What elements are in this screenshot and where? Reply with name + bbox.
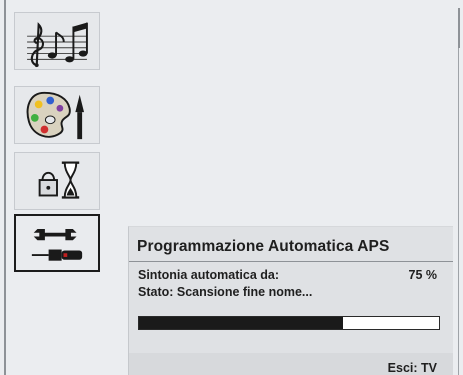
search-label: Sintonia automatica da:	[138, 268, 279, 282]
timer-hourglass-icon	[38, 161, 80, 199]
aps-dialog: Programmazione Automatica APS Sintonia a…	[128, 226, 453, 375]
progress-fill	[139, 317, 343, 329]
progress-percent: 75 %	[408, 268, 438, 282]
tv-osd-screen: Programmazione Automatica APS Sintonia a…	[0, 0, 463, 375]
paint-palette-icon	[26, 91, 85, 140]
screen-frame-left	[4, 0, 6, 375]
wrench-screwdriver-icon	[31, 229, 83, 261]
status-text: Stato: Scansione fine nome...	[138, 285, 313, 299]
menu-item-features[interactable]	[14, 152, 100, 210]
menu-item-picture[interactable]	[14, 86, 100, 144]
screen-frame-right	[458, 8, 459, 375]
exit-hint[interactable]: Esci: TV	[388, 361, 437, 375]
screen-frame-corner	[458, 8, 460, 48]
title-separator	[129, 261, 453, 262]
dialog-title: Programmazione Automatica APS	[137, 238, 390, 255]
music-notes-icon	[27, 22, 88, 68]
menu-item-installation[interactable]	[14, 214, 100, 272]
progress-bar	[138, 316, 440, 330]
menu-item-sound[interactable]	[14, 12, 100, 70]
